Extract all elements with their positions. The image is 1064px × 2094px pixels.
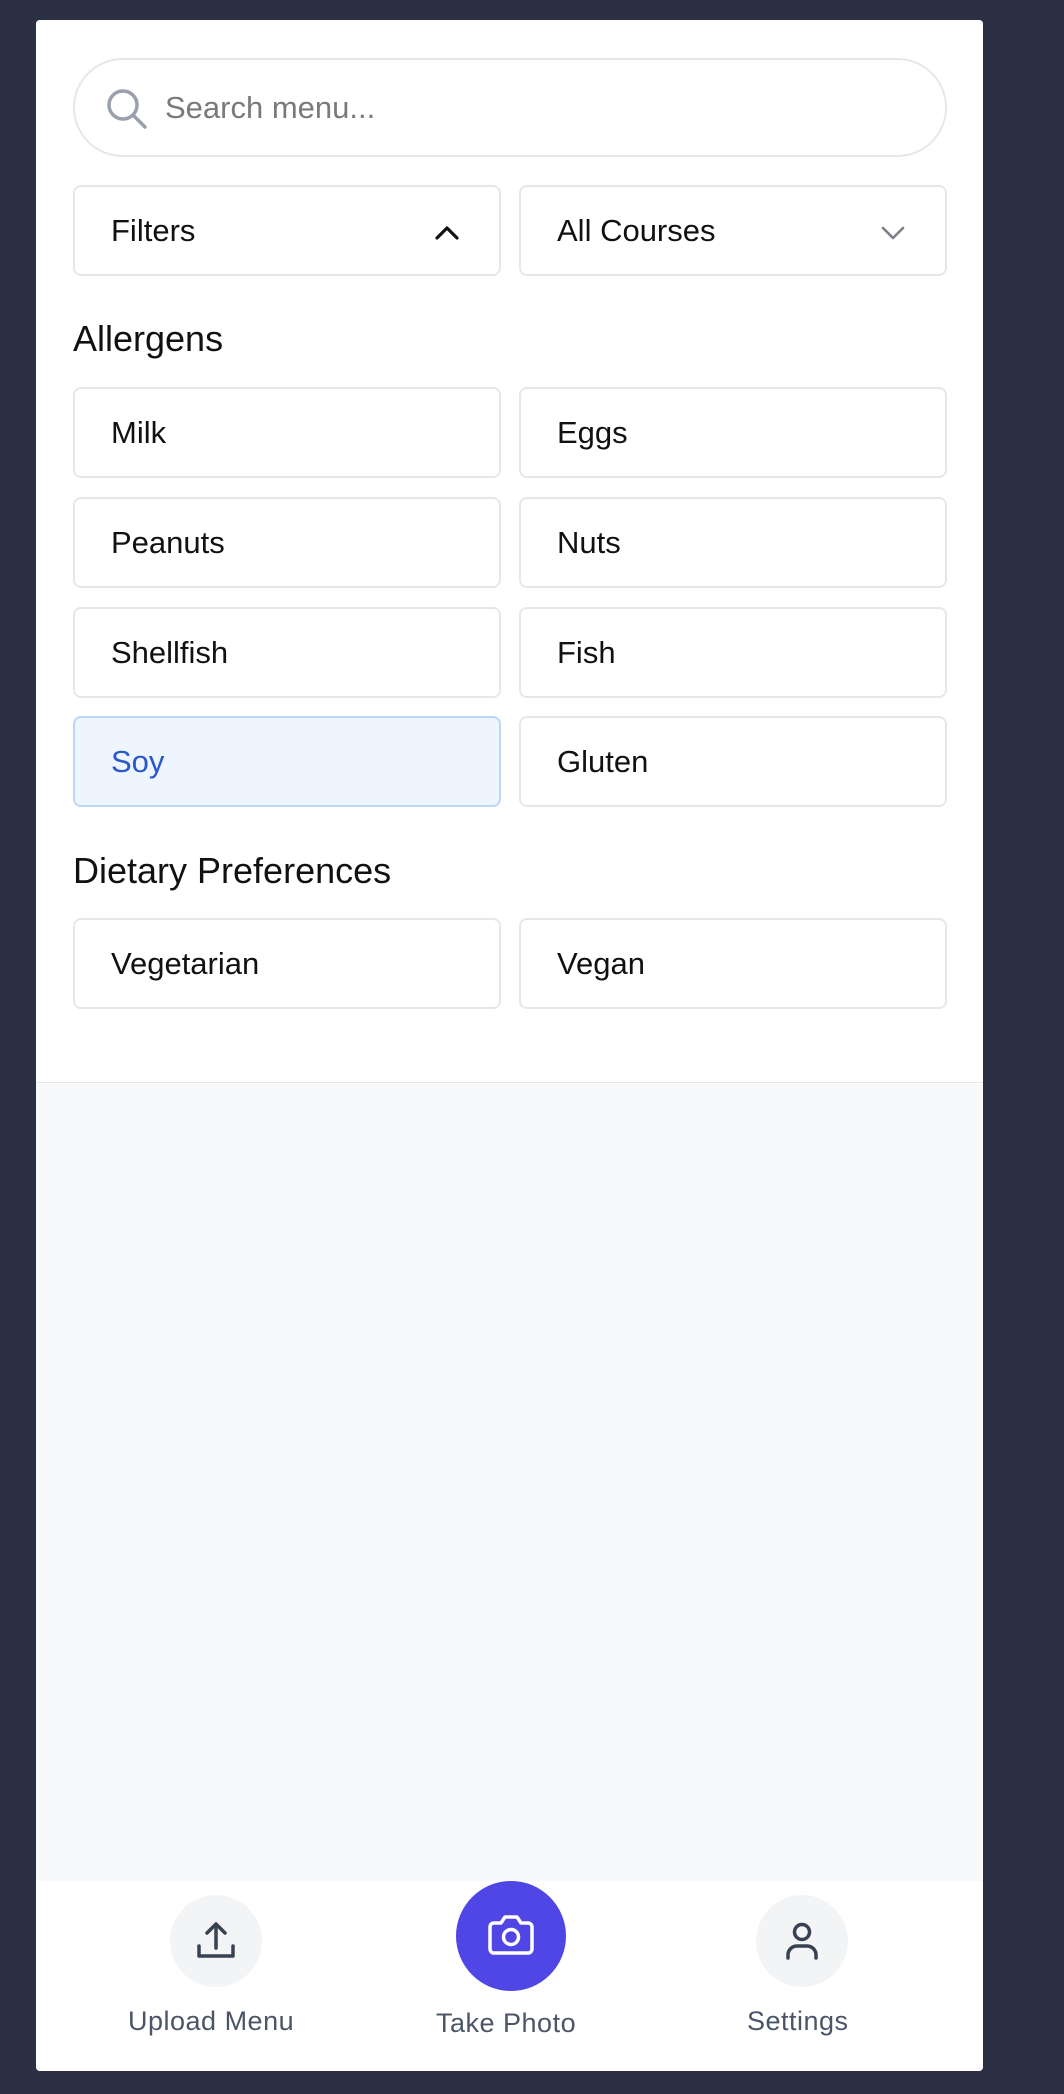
filter-panel: Filters All Courses Allergens Milk Eggs …	[36, 20, 983, 1083]
dietary-chip-vegetarian[interactable]: Vegetarian	[73, 918, 501, 1009]
dietary-heading: Dietary Preferences	[73, 850, 392, 891]
chip-label: Shellfish	[111, 635, 229, 670]
camera-icon-circle	[456, 1881, 566, 1991]
upload-menu-label: Upload Menu	[128, 2006, 295, 2036]
chip-label: Soy	[111, 744, 165, 779]
upload-menu-button[interactable]: Upload Menu	[116, 1895, 316, 2045]
chip-label: Vegetarian	[111, 946, 260, 981]
chip-label: Eggs	[557, 415, 628, 450]
take-photo-button[interactable]: Take Photo	[436, 1881, 586, 2061]
filters-toggle[interactable]: Filters	[73, 185, 501, 276]
user-icon	[786, 1922, 818, 1960]
upload-icon-circle	[170, 1895, 262, 1987]
chip-label: Milk	[111, 415, 167, 450]
chevron-up-icon	[435, 226, 459, 240]
search-input[interactable]	[165, 78, 905, 138]
upload-icon	[197, 1922, 235, 1958]
chevron-down-icon	[881, 226, 905, 240]
allergen-chip-soy[interactable]: Soy	[73, 716, 501, 807]
allergen-chip-milk[interactable]: Milk	[73, 387, 501, 478]
allergen-chip-gluten[interactable]: Gluten	[519, 716, 947, 807]
allergen-chip-shellfish[interactable]: Shellfish	[73, 607, 501, 698]
allergen-chip-peanuts[interactable]: Peanuts	[73, 497, 501, 588]
allergen-chip-nuts[interactable]: Nuts	[519, 497, 947, 588]
settings-icon-circle	[756, 1895, 848, 1987]
chip-label: Gluten	[557, 744, 649, 779]
bottom-nav: Upload Menu Take Photo Settings	[36, 1881, 983, 2071]
camera-icon	[488, 1915, 534, 1955]
settings-label: Settings	[747, 2006, 849, 2036]
settings-button[interactable]: Settings	[736, 1895, 916, 2045]
search-icon	[107, 89, 147, 129]
chip-label: Nuts	[557, 525, 621, 560]
app-screen: Filters All Courses Allergens Milk Eggs …	[36, 20, 983, 2071]
allergen-chip-eggs[interactable]: Eggs	[519, 387, 947, 478]
course-select[interactable]: All Courses	[519, 185, 947, 276]
dietary-chip-vegan[interactable]: Vegan	[519, 918, 947, 1009]
results-area	[36, 1084, 983, 1881]
allergens-heading: Allergens	[73, 318, 224, 359]
allergen-chip-fish[interactable]: Fish	[519, 607, 947, 698]
chip-label: Peanuts	[111, 525, 225, 560]
filters-label: Filters	[111, 213, 196, 248]
search-bar[interactable]	[73, 58, 947, 157]
chip-label: Fish	[557, 635, 616, 670]
course-select-label: All Courses	[557, 213, 716, 248]
chip-label: Vegan	[557, 946, 645, 981]
take-photo-label: Take Photo	[436, 2008, 577, 2038]
